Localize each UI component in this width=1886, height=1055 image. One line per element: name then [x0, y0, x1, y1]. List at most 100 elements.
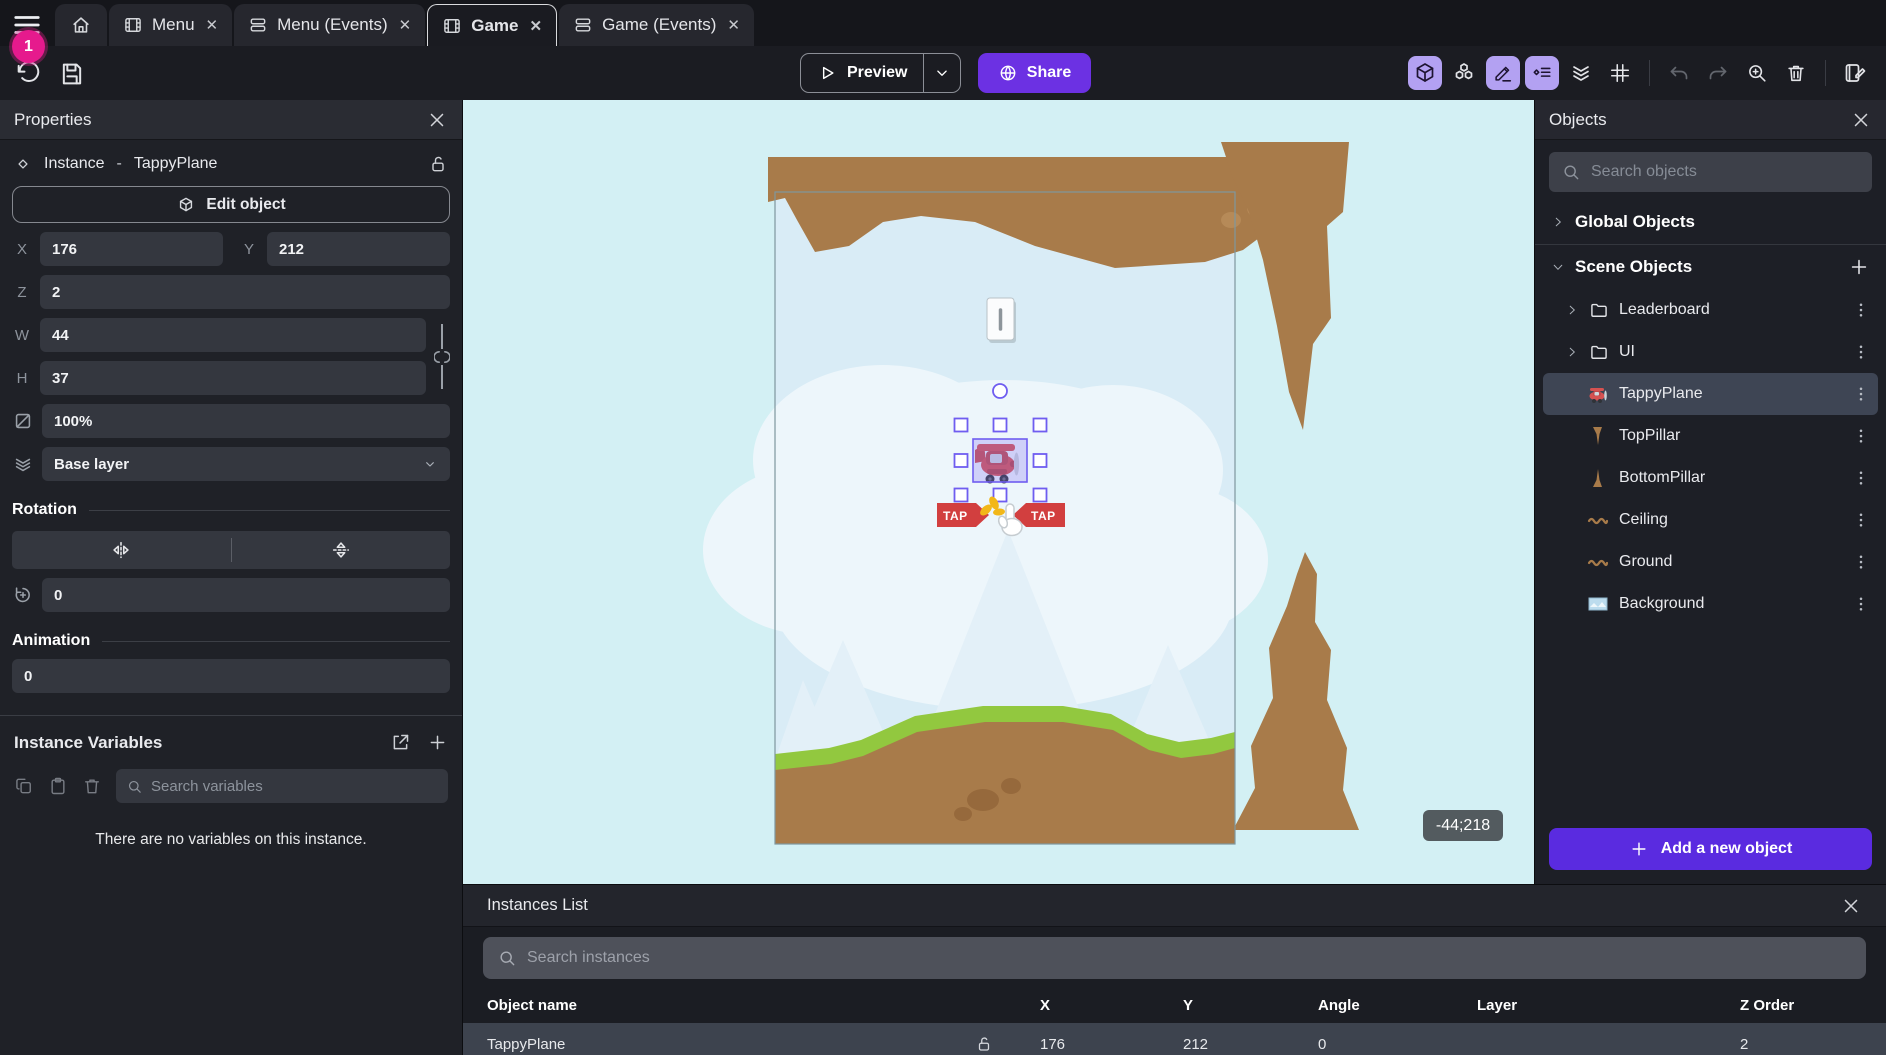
- z-label: Z: [12, 284, 32, 301]
- object-folder-ui[interactable]: UI: [1543, 331, 1878, 373]
- edit-mode-button[interactable]: [1486, 56, 1520, 90]
- edit-object-label: Edit object: [206, 196, 285, 214]
- toolbar-separator: [1649, 60, 1650, 86]
- opacity-field[interactable]: 100%: [42, 404, 450, 438]
- tap-key-graphic[interactable]: [987, 298, 1016, 343]
- preview-button[interactable]: Preview: [800, 53, 961, 93]
- object-item-background[interactable]: Background: [1543, 583, 1878, 625]
- add-new-object-button[interactable]: Add a new object: [1549, 828, 1872, 870]
- lock-instance-button[interactable]: [428, 154, 448, 174]
- undo-button[interactable]: [1662, 56, 1696, 90]
- instances-table-header: Object name X Y Angle Layer Z Order: [463, 987, 1886, 1023]
- tab-close-icon[interactable]: ✕: [397, 16, 412, 34]
- flip-horizontal-button[interactable]: [12, 539, 231, 561]
- delete-variable-button[interactable]: [82, 776, 102, 796]
- height-field[interactable]: 37: [40, 361, 426, 395]
- close-properties-button[interactable]: [426, 109, 448, 131]
- pencil-icon: [1492, 62, 1514, 84]
- lock-open-icon[interactable]: [975, 1035, 993, 1053]
- search-icon: [497, 948, 517, 968]
- layers-icon: [12, 453, 34, 475]
- tab-close-icon[interactable]: ✕: [527, 17, 542, 35]
- kebab-menu-icon[interactable]: [1852, 469, 1870, 487]
- history-button[interactable]: [14, 60, 42, 88]
- open-variables-editor-button[interactable]: [390, 732, 411, 753]
- preview-dropdown-button[interactable]: [923, 54, 960, 92]
- width-field[interactable]: 44: [40, 318, 426, 352]
- tab-menu-events[interactable]: Menu (Events) ✕: [234, 4, 425, 46]
- scene-objects-group[interactable]: Scene Objects: [1535, 245, 1886, 289]
- scene-editor-canvas[interactable]: TAP TAP -44;218: [463, 100, 1534, 884]
- close-instances-button[interactable]: [1840, 895, 1862, 917]
- object-item-toppillar[interactable]: TopPillar: [1543, 415, 1878, 457]
- objects-list-button[interactable]: [1447, 56, 1481, 90]
- save-button[interactable]: [58, 60, 86, 88]
- instance-row-tappyplane[interactable]: TappyPlane 176 212 0 2: [463, 1023, 1886, 1055]
- y-field[interactable]: 212: [267, 232, 450, 266]
- tab-close-icon[interactable]: ✕: [725, 16, 740, 34]
- variables-search-input[interactable]: [151, 778, 438, 795]
- grid-button[interactable]: [1603, 56, 1637, 90]
- instances-search[interactable]: [483, 937, 1866, 979]
- toggle-3d-view-button[interactable]: [1408, 56, 1442, 90]
- copy-variable-button[interactable]: [14, 776, 34, 796]
- position-row: X 176 Y 212: [0, 232, 462, 266]
- game-scene-svg[interactable]: TAP TAP: [463, 100, 1534, 884]
- top-pillar-sprite[interactable]: [1221, 142, 1349, 430]
- kebab-menu-icon[interactable]: [1852, 553, 1870, 571]
- layer-select[interactable]: Base layer: [42, 447, 450, 481]
- column-y: Y: [1183, 997, 1318, 1014]
- z-field[interactable]: 2: [40, 275, 450, 309]
- tab-menu-scene[interactable]: Menu ✕: [109, 4, 232, 46]
- global-objects-group[interactable]: Global Objects: [1535, 200, 1886, 244]
- tab-home[interactable]: [55, 4, 107, 46]
- paste-variable-button[interactable]: [48, 776, 68, 796]
- flip-toolbar: [12, 531, 450, 569]
- paste-icon: [48, 776, 68, 796]
- share-button[interactable]: Share: [978, 53, 1091, 93]
- instances-search-input[interactable]: [527, 949, 1852, 967]
- objects-search-input[interactable]: [1591, 163, 1860, 181]
- delete-button[interactable]: [1779, 56, 1813, 90]
- instances-list-button[interactable]: [1525, 56, 1559, 90]
- link-width-height-toggle[interactable]: [434, 324, 450, 389]
- object-item-ceiling[interactable]: Ceiling: [1543, 499, 1878, 541]
- tab-close-icon[interactable]: ✕: [204, 16, 219, 34]
- object-item-ground[interactable]: Ground: [1543, 541, 1878, 583]
- flip-vertical-button[interactable]: [232, 539, 451, 561]
- rotation-field[interactable]: 0: [42, 578, 450, 612]
- close-objects-button[interactable]: [1850, 109, 1872, 131]
- rotation-title: Rotation: [12, 501, 77, 519]
- kebab-menu-icon[interactable]: [1852, 301, 1870, 319]
- cubes-stack-icon: [1452, 61, 1476, 85]
- tab-game-events[interactable]: Game (Events) ✕: [559, 4, 754, 46]
- object-item-bottompillar[interactable]: BottomPillar: [1543, 457, 1878, 499]
- kebab-menu-icon[interactable]: [1852, 343, 1870, 361]
- kebab-menu-icon[interactable]: [1852, 595, 1870, 613]
- object-folder-leaderboard[interactable]: Leaderboard: [1543, 289, 1878, 331]
- kebab-menu-icon[interactable]: [1852, 427, 1870, 445]
- add-variable-button[interactable]: [427, 732, 448, 753]
- tab-game-scene[interactable]: Game ✕: [427, 4, 557, 46]
- kebab-menu-icon[interactable]: [1852, 385, 1870, 403]
- column-layer: Layer: [1477, 997, 1740, 1014]
- object-label: TappyPlane: [1619, 385, 1703, 403]
- add-object-quick-button[interactable]: [1848, 256, 1870, 278]
- edit-object-button[interactable]: Edit object: [12, 186, 450, 223]
- object-item-tappyplane[interactable]: TappyPlane: [1543, 373, 1878, 415]
- instance-separator: -: [116, 155, 121, 173]
- layers-panel-button[interactable]: [1564, 56, 1598, 90]
- x-field[interactable]: 176: [40, 232, 223, 266]
- kebab-menu-icon[interactable]: [1852, 511, 1870, 529]
- edit-scene-properties-button[interactable]: [1838, 56, 1872, 90]
- instances-list-panel: Instances List Object name X Y Angle Lay…: [463, 884, 1886, 1055]
- zoom-button[interactable]: [1740, 56, 1774, 90]
- animation-field[interactable]: 0: [12, 659, 450, 693]
- animation-section-header: Animation: [12, 632, 450, 650]
- variables-search[interactable]: [116, 769, 448, 803]
- rotation-handle[interactable]: [993, 384, 1007, 398]
- objects-search[interactable]: [1549, 152, 1872, 192]
- main-toolbar: 1 Preview Share: [0, 46, 1886, 100]
- share-label: Share: [1027, 64, 1071, 82]
- redo-button[interactable]: [1701, 56, 1735, 90]
